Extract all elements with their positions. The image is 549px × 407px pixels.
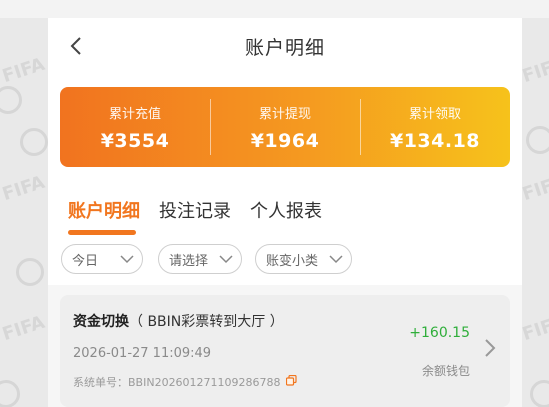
record-amount: +160.15 [409, 325, 470, 341]
summary-label: 累计领取 [408, 106, 461, 122]
copy-icon[interactable] [285, 374, 297, 389]
soccer-ball-icon [526, 126, 549, 154]
account-details-panel: 账户明细 累计充值 ¥3554 累计提现 ¥1964 累计领取 ¥134.18 … [48, 18, 522, 407]
summary-label: 累计充值 [108, 106, 161, 122]
summary-value: ¥3554 [100, 129, 170, 152]
soccer-ball-icon [20, 128, 48, 156]
tab-personal-report[interactable]: 个人报表 [250, 197, 322, 223]
fifa-watermark: FIFA [519, 171, 549, 206]
chevron-left-icon [70, 37, 81, 55]
soccer-ball-icon [16, 258, 44, 286]
page-header: 账户明细 [48, 18, 522, 74]
tab-account-details[interactable]: 账户明细 [68, 197, 140, 223]
record-title-line: 资金切换（ BBIN彩票转到大厅 ） [73, 311, 284, 331]
date-filter-select[interactable]: 今日 [61, 244, 143, 274]
summary-value: ¥134.18 [389, 129, 481, 152]
fifa-watermark: FIFA [0, 311, 48, 346]
soccer-ball-icon [530, 380, 549, 407]
soccer-ball-icon [0, 380, 20, 407]
summary-value: ¥1964 [250, 129, 320, 152]
record-time: 2026-01-27 11:09:49 [73, 346, 212, 361]
summary-total-deposit: 累计充值 ¥3554 [60, 87, 210, 167]
active-tab-indicator [68, 230, 136, 235]
summary-total-withdraw: 累计提现 ¥1964 [210, 87, 360, 167]
summary-label: 累计提现 [258, 106, 311, 122]
chevron-right-icon [485, 339, 496, 357]
chevron-down-icon [329, 255, 343, 264]
record-title: 资金切换 [73, 314, 129, 330]
chevron-down-icon [219, 255, 233, 264]
back-button[interactable] [62, 32, 90, 60]
record-detail-button[interactable] [484, 338, 496, 362]
summary-total-claimed: 累计领取 ¥134.18 [360, 87, 510, 167]
record-wallet: 余额钱包 [421, 364, 470, 378]
transaction-record[interactable]: 资金切换（ BBIN彩票转到大厅 ） 2026-01-27 11:09:49 系… [60, 295, 510, 407]
subtype-filter-value: 账变小类 [266, 253, 319, 269]
fifa-watermark: FIFA [0, 53, 48, 88]
type-filter-value: 请选择 [169, 253, 209, 269]
record-order-line: 系统单号： BBIN20260127110928678​8 [73, 374, 297, 390]
fifa-watermark: FIFA [519, 53, 549, 88]
subtype-filter-select[interactable]: 账变小类 [255, 244, 352, 274]
order-label: 系统单号： [73, 376, 128, 389]
order-number: BBIN20260127110928678​8 [128, 375, 281, 389]
record-subtitle: （ BBIN彩票转到大厅 ） [129, 314, 284, 330]
soccer-ball-icon [0, 86, 22, 114]
chevron-down-icon [120, 255, 134, 264]
page-title: 账户明细 [244, 36, 325, 59]
top-strip [0, 0, 549, 18]
filter-bar: 今日 请选择 账变小类 [48, 239, 522, 285]
tab-bet-records[interactable]: 投注记录 [159, 197, 231, 223]
type-filter-select[interactable]: 请选择 [158, 244, 242, 274]
date-filter-value: 今日 [72, 253, 99, 269]
tab-bar: 账户明细 投注记录 个人报表 [48, 181, 522, 239]
fifa-watermark: FIFA [519, 311, 549, 346]
fifa-watermark: FIFA [0, 171, 48, 206]
summary-card: 累计充值 ¥3554 累计提现 ¥1964 累计领取 ¥134.18 [60, 87, 510, 167]
